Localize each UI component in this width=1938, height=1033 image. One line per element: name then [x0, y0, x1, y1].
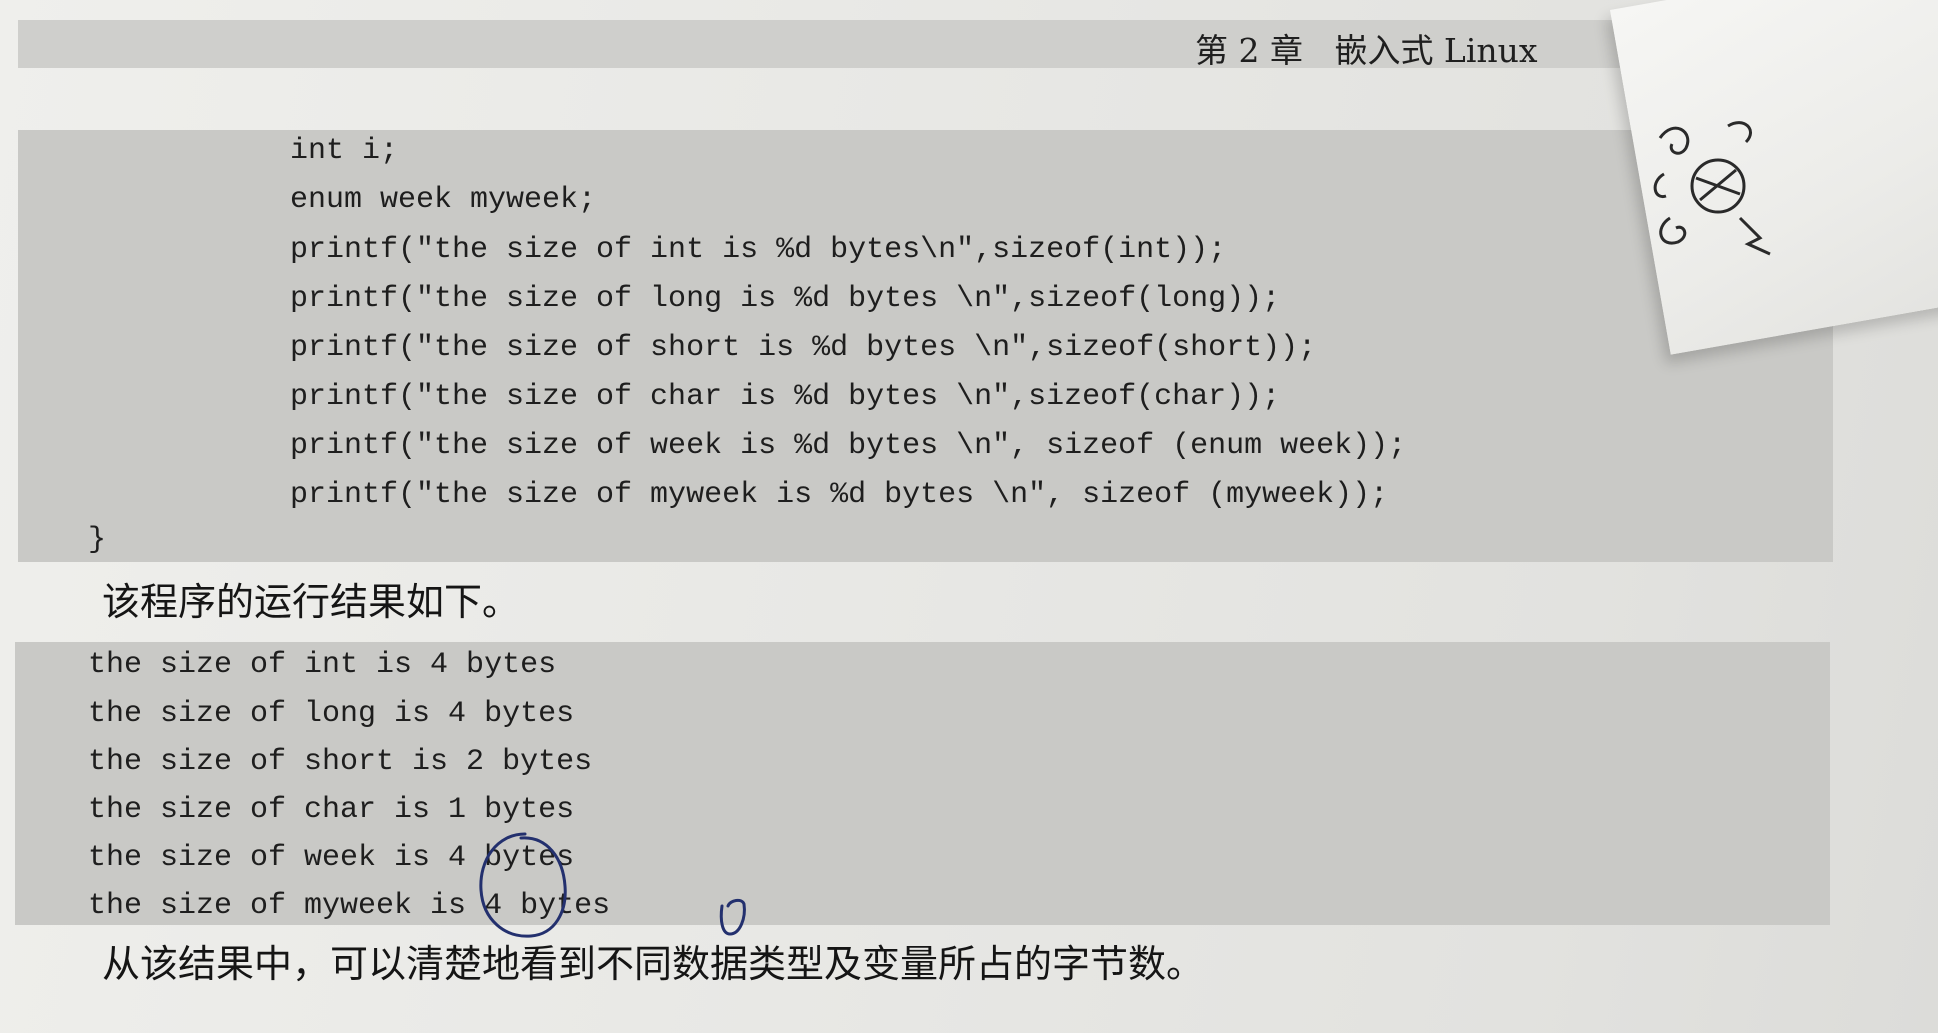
pen-mark-icon [719, 898, 746, 936]
code-line: } [88, 523, 107, 557]
running-head: 第 2 章 嵌入式 Linux [1195, 31, 1538, 70]
code-line: enum week myweek; [290, 183, 597, 217]
pen-circle-icon [479, 832, 567, 938]
code-line: printf("the size of int is %d bytes\n",s… [290, 233, 1227, 267]
output-line: the size of int is 4 bytes [88, 648, 557, 682]
output-line: the size of char is 1 bytes [88, 793, 575, 827]
output-listing-box [15, 642, 1830, 925]
code-line: printf("the size of week is %d bytes \n"… [290, 429, 1407, 463]
code-line: printf("the size of short is %d bytes \n… [290, 331, 1317, 365]
note-ornament-icon [1653, 121, 1771, 256]
output-line: the size of long is 4 bytes [88, 697, 575, 731]
code-line: printf("the size of char is %d bytes \n"… [290, 380, 1281, 414]
code-line: printf("the size of long is %d bytes \n"… [290, 282, 1281, 316]
code-line: printf("the size of myweek is %d bytes \… [290, 478, 1389, 512]
paragraph-conclusion: 从该结果中，可以清楚地看到不同数据类型及变量所占的字节数。 [102, 942, 1205, 986]
output-line: the size of short is 2 bytes [88, 745, 593, 779]
paragraph-result-intro: 该程序的运行结果如下。 [102, 580, 521, 624]
book-page: 第 2 章 嵌入式 Linux 基础 int i; enum week mywe… [0, 0, 1938, 1033]
code-line: int i; [290, 134, 399, 168]
